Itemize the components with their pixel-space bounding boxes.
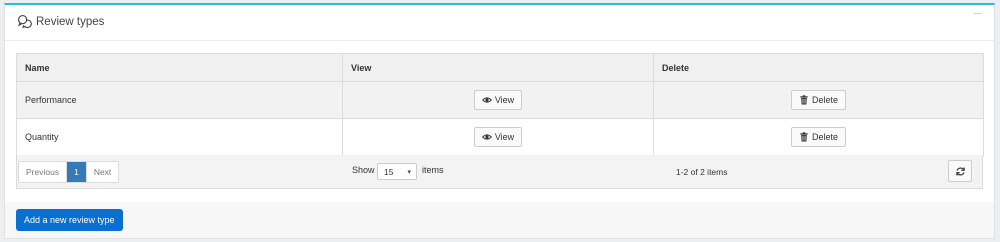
table-row: Quantity View Delete <box>16 118 984 156</box>
pagination: Previous 1 Next <box>18 161 120 183</box>
table-header-row: Name View Delete <box>16 53 984 82</box>
eye-icon <box>481 134 492 140</box>
column-header-name[interactable]: Name <box>16 53 343 82</box>
page-1-button[interactable]: 1 <box>67 162 87 182</box>
updown-caret-icon: ▾ <box>407 169 411 176</box>
table-pager-bar: Previous 1 Next Show 15 ▾ items 1-2 of 2… <box>16 155 983 189</box>
item-count: 1-2 of 2 items <box>676 167 728 177</box>
panel-body: Name View Delete Performance View Delete… <box>5 41 994 202</box>
add-review-type-button[interactable]: Add a new review type <box>16 209 123 231</box>
page-size-select[interactable]: 15 ▾ <box>377 163 417 180</box>
row-name: Performance <box>16 81 343 119</box>
panel-title: Review types <box>36 16 105 28</box>
column-header-view[interactable]: View <box>342 53 654 82</box>
view-button-label: View <box>494 132 515 142</box>
review-types-table: Name View Delete Performance View Delete… <box>16 53 984 156</box>
refresh-icon <box>955 166 965 176</box>
delete-button[interactable]: Delete <box>790 127 846 147</box>
review-types-panel: Review types Name View Delete Performanc… <box>4 3 995 239</box>
view-button[interactable]: View <box>473 127 523 147</box>
refresh-button[interactable] <box>948 160 972 182</box>
view-button-label: View <box>494 95 515 105</box>
delete-button[interactable]: Delete <box>790 90 846 110</box>
next-page-button[interactable]: Next <box>87 162 118 182</box>
page-size-value: 15 <box>384 167 394 177</box>
delete-button-label: Delete <box>811 95 838 105</box>
table-row: Performance View Delete <box>16 81 984 119</box>
trash-icon <box>800 132 808 142</box>
view-button[interactable]: View <box>473 90 523 110</box>
show-label: Show <box>352 165 375 175</box>
eye-icon <box>481 97 492 103</box>
chat-bubbles-icon <box>18 15 32 29</box>
collapse-icon[interactable] <box>974 13 982 14</box>
delete-button-label: Delete <box>811 132 838 142</box>
column-header-delete[interactable]: Delete <box>653 53 984 82</box>
previous-page-button[interactable]: Previous <box>19 162 68 182</box>
row-name: Quantity <box>16 118 343 156</box>
trash-icon <box>800 95 808 105</box>
panel-header: Review types <box>5 5 994 41</box>
items-label: items <box>422 165 444 175</box>
